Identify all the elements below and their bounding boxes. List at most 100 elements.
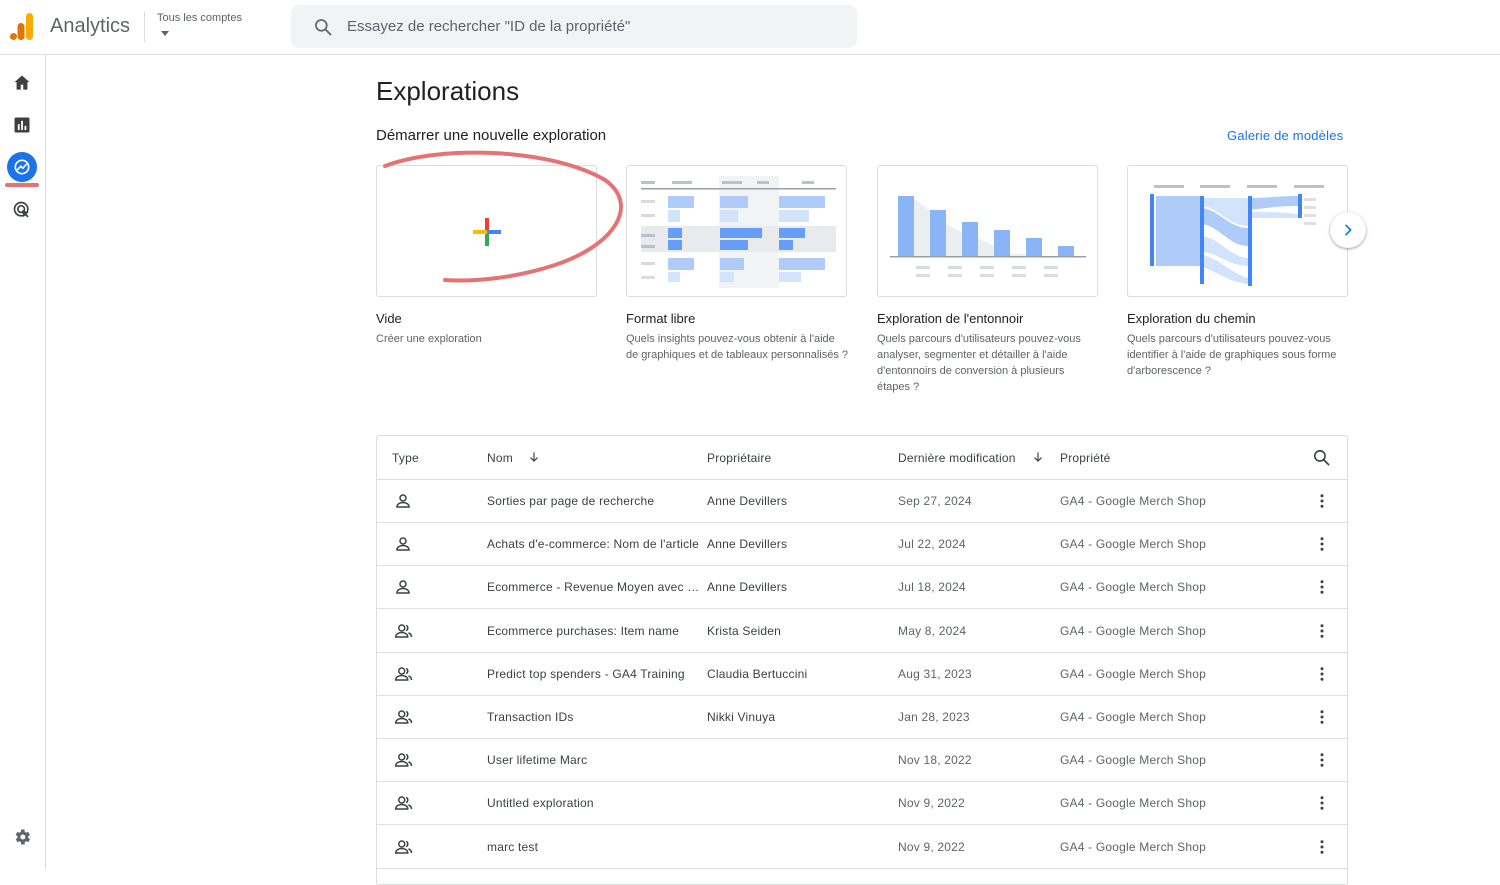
exploration-modified: Aug 31, 2023 [898,666,972,681]
more-vert-icon[interactable] [1313,794,1331,817]
exploration-owner: Krista Seiden [707,623,781,638]
active-nav-highlight [5,183,39,187]
arrow-down-icon[interactable] [1031,450,1045,464]
exploration-name[interactable]: Sorties par page de recherche [487,494,701,508]
column-header-owner[interactable]: Propriétaire [707,451,771,465]
exploration-property: GA4 - Google Merch Shop [1060,623,1207,638]
template-title: Exploration du chemin [1127,311,1256,326]
exploration-name[interactable]: Achats d'e-commerce: Nom de l'article [487,537,701,551]
settings-icon[interactable] [7,822,37,852]
exploration-property: GA4 - Google Merch Shop [1060,796,1207,811]
exploration-modified: Nov 9, 2022 [898,796,965,811]
exploration-name[interactable]: marc test [487,840,701,854]
freeform-preview-illustration [641,176,836,288]
exploration-name[interactable]: Transaction IDs [487,710,701,724]
section-subtitle: Démarrer une nouvelle exploration [376,127,607,144]
more-vert-icon[interactable] [1313,535,1331,558]
template-gallery-link[interactable]: Galerie de modèles [1227,128,1343,143]
home-icon[interactable] [7,68,37,98]
template-card-funnel[interactable] [877,165,1098,297]
more-vert-icon[interactable] [1313,622,1331,645]
exploration-owner: Anne Devillers [707,537,788,552]
template-title: Format libre [626,311,696,326]
people-icon [394,794,414,817]
template-card-freeform[interactable] [626,165,847,297]
top-bar: Analytics Tous les comptes [0,0,1500,55]
more-vert-icon[interactable] [1313,708,1331,731]
exploration-property: GA4 - Google Merch Shop [1060,494,1207,508]
template-title: Vide [376,311,402,326]
explore-icon[interactable] [7,152,37,182]
annotation-circle [383,150,623,283]
account-selector-label[interactable]: Tous les comptes [157,12,242,24]
exploration-property: GA4 - Google Merch Shop [1060,753,1207,768]
column-header-property[interactable]: Propriété [1060,451,1111,465]
column-header-name[interactable]: Nom [487,451,513,465]
exploration-name[interactable]: Predict top spenders - GA4 Training [487,667,701,681]
template-description: Quels insights pouvez-vous obtenir à l'a… [626,333,848,361]
search-bar[interactable] [291,5,857,48]
table-row[interactable]: Transaction IDs Nikki Vinuya Jan 28, 2023 G… [377,696,1347,739]
people-icon [394,708,414,731]
template-title: Exploration de l'entonnoir [877,311,1024,326]
more-vert-icon[interactable] [1313,751,1331,774]
exploration-modified: Sep 27, 2024 [898,494,972,508]
people-icon [394,838,414,861]
column-header-modified[interactable]: Dernière modification [898,451,1016,465]
exploration-name[interactable]: Ecommerce purchases: Item name [487,624,701,638]
more-vert-icon[interactable] [1313,492,1331,515]
person-icon [394,492,412,515]
table-row[interactable]: Ecommerce purchases: Item name Krista Sei… [377,610,1347,653]
more-vert-icon[interactable] [1313,838,1331,861]
search-icon [315,19,332,36]
people-icon [394,622,414,645]
exploration-owner: Claudia Bertuccini [707,666,808,681]
template-description: Quels parcours d'utilisateurs pouvez-vou… [1127,333,1337,377]
page-title: Explorations [376,76,520,106]
exploration-modified: May 8, 2024 [898,623,967,638]
account-dropdown-icon[interactable] [161,31,169,36]
table-header: Type Nom Propriétaire Dernière modificat… [377,436,1347,480]
exploration-property: GA4 - Google Merch Shop [1060,710,1207,724]
people-icon [394,751,414,774]
analytics-logo[interactable] [10,13,34,40]
more-vert-icon[interactable] [1313,578,1331,601]
table-row[interactable]: User lifetime Marc Nov 18, 2022 GA4 - Goog… [377,739,1347,783]
search-icon[interactable] [1312,448,1331,467]
divider [144,12,145,42]
more-vert-icon[interactable] [1313,665,1331,688]
exploration-property: GA4 - Google Merch Shop [1060,666,1207,681]
exploration-name[interactable]: Untitled exploration [487,796,701,810]
exploration-modified: Jul 22, 2024 [898,537,966,552]
exploration-name[interactable]: Ecommerce - Revenue Moyen avec / s... [487,580,701,594]
funnel-preview-illustration [890,196,1086,277]
column-header-type: Type [392,451,419,465]
person-icon [394,535,412,558]
person-icon [394,578,412,601]
left-nav [0,55,46,869]
table-row[interactable]: Achats d'e-commerce: Nom de l'article Ann… [377,523,1347,567]
table-row[interactable]: marc test Nov 9, 2022 GA4 - Google Merch S… [377,826,1347,869]
path-preview-illustration [1150,185,1324,286]
search-input[interactable] [347,5,837,48]
table-row[interactable]: Sorties par page de recherche Anne Devill… [377,480,1347,523]
template-description: Créer une exploration [376,333,482,345]
exploration-property: GA4 - Google Merch Shop [1060,537,1207,552]
people-icon [394,665,414,688]
reports-icon[interactable] [7,110,37,140]
template-description: Quels parcours d'utilisateurs pouvez-vou… [877,333,1081,393]
app-name: Analytics [50,15,131,37]
explorations-table: Type Nom Propriétaire Dernière modificat… [376,435,1348,885]
next-templates-button[interactable] [1330,212,1366,248]
advertising-icon[interactable] [7,195,37,225]
exploration-modified: Jan 28, 2023 [898,710,970,724]
exploration-property: GA4 - Google Merch Shop [1060,839,1207,854]
exploration-owner: Nikki Vinuya [707,710,776,724]
table-row[interactable]: Ecommerce - Revenue Moyen avec / s... Ann… [377,566,1347,610]
arrow-down-icon[interactable] [527,450,541,464]
exploration-modified: Jul 18, 2024 [898,580,966,595]
table-row[interactable]: Untitled exploration Nov 9, 2022 GA4 - Goo… [377,782,1347,826]
table-row[interactable]: Predict top spenders - GA4 Training Claud… [377,653,1347,696]
template-card-path[interactable] [1127,165,1348,297]
exploration-name[interactable]: User lifetime Marc [487,753,701,767]
